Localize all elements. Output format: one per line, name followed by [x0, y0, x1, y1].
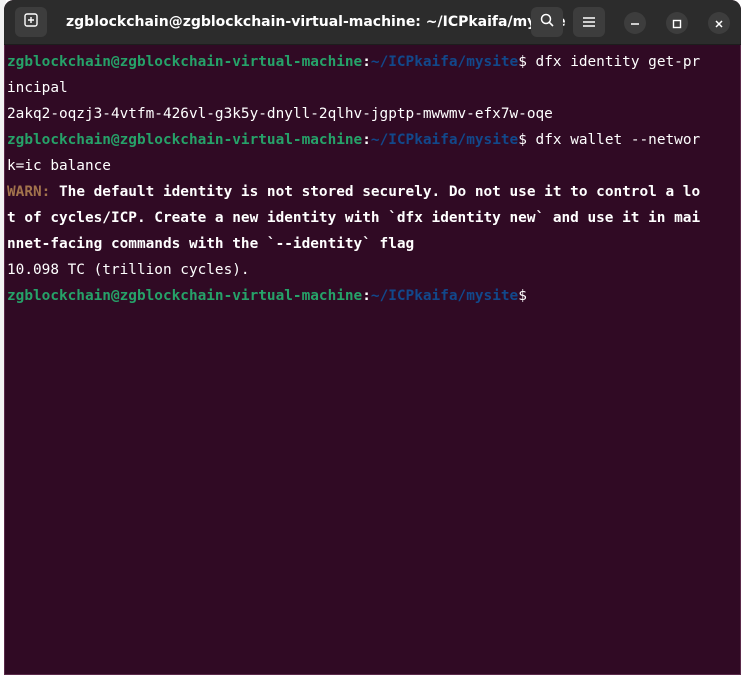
- prompt-user: zgblockchain@zgblockchain-virtual-machin…: [7, 132, 363, 148]
- maximize-icon: [672, 14, 682, 33]
- warn-label: WARN:: [7, 184, 51, 200]
- new-tab-icon: [23, 12, 39, 32]
- prompt-user: zgblockchain@zgblockchain-virtual-machin…: [7, 54, 363, 70]
- warning-line: nnet-facing commands with the `--identit…: [7, 236, 415, 252]
- warning-text: The default identity is not stored secur…: [50, 184, 701, 200]
- prompt-line: zgblockchain@zgblockchain-virtual-machin…: [7, 127, 741, 153]
- maximize-button[interactable]: [666, 12, 688, 34]
- warning-line: WARN: The default identity is not stored…: [7, 179, 741, 205]
- prompt-separator: :: [362, 132, 371, 148]
- search-button[interactable]: [531, 7, 563, 37]
- output-line: incipal: [7, 80, 68, 96]
- search-icon: [539, 12, 555, 32]
- prompt-line: zgblockchain@zgblockchain-virtual-machin…: [7, 49, 741, 75]
- close-button[interactable]: [708, 12, 730, 34]
- prompt-separator: :: [362, 288, 371, 304]
- prompt-dollar: $: [518, 132, 527, 148]
- window-title: zgblockchain@zgblockchain-virtual-machin…: [66, 14, 566, 30]
- minimize-button[interactable]: [624, 12, 646, 34]
- prompt-dollar: $: [518, 54, 527, 70]
- hamburger-menu-icon: [582, 13, 596, 32]
- prompt-user: zgblockchain@zgblockchain-virtual-machin…: [7, 288, 363, 304]
- scrollbar[interactable]: [731, 52, 737, 667]
- warning-line: t of cycles/ICP. Create a new identity w…: [7, 210, 701, 226]
- terminal-window: zgblockchain@zgblockchain-virtual-machin…: [4, 0, 741, 675]
- terminal-output[interactable]: zgblockchain@zgblockchain-virtual-machin…: [7, 49, 741, 675]
- new-tab-button[interactable]: [15, 7, 47, 37]
- menu-button[interactable]: [573, 7, 605, 37]
- prompt-dollar: $: [518, 288, 527, 304]
- prompt-path: ~/ICPkaifa/mysite: [370, 288, 519, 304]
- prompt-line: zgblockchain@zgblockchain-virtual-machin…: [7, 283, 741, 309]
- title-bar: zgblockchain@zgblockchain-virtual-machin…: [4, 0, 741, 45]
- balance-line: 10.098 TC (trillion cycles).: [7, 262, 250, 278]
- prompt-path: ~/ICPkaifa/mysite: [370, 54, 519, 70]
- command-text: dfx wallet --networ: [526, 132, 701, 148]
- principal-id-line: 2akq2-oqzj3-4vtfm-426vl-g3k5y-dnyll-2qlh…: [7, 106, 553, 122]
- prompt-path: ~/ICPkaifa/mysite: [370, 132, 519, 148]
- command-text: dfx identity get-pr: [526, 54, 701, 70]
- minimize-icon: [630, 14, 640, 33]
- prompt-separator: :: [362, 54, 371, 70]
- output-line: k=ic balance: [7, 158, 111, 174]
- close-icon: [714, 14, 724, 33]
